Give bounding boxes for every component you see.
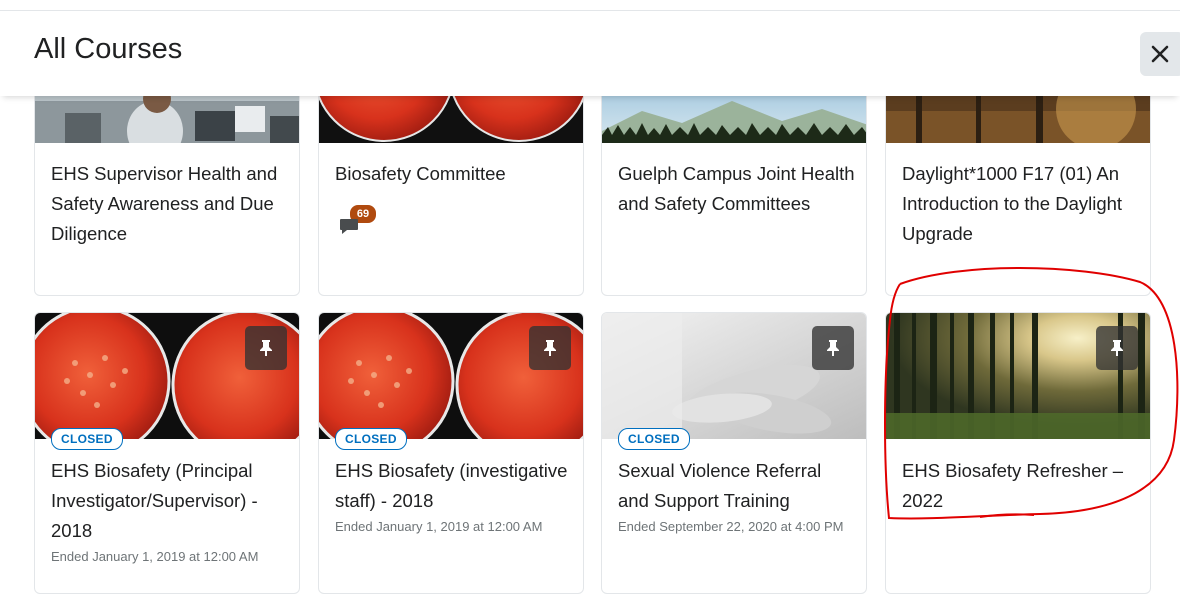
course-card[interactable]: EHS Biosafety Refresher – 2022 (885, 312, 1151, 594)
course-card[interactable]: CLOSED EHS Biosafety (investigative staf… (318, 312, 584, 594)
course-title[interactable]: EHS Biosafety Refresher – 2022 (902, 456, 1140, 516)
course-title[interactable]: Guelph Campus Joint Health and Safety Co… (618, 159, 856, 219)
chat-bubble-icon (340, 219, 358, 234)
pin-icon (260, 340, 272, 356)
pin-button[interactable] (245, 326, 287, 370)
course-end-date: Ended September 22, 2020 at 4:00 PM (618, 519, 844, 534)
course-end-date: Ended January 1, 2019 at 12:00 AM (335, 519, 543, 534)
pin-icon (544, 340, 556, 356)
course-title[interactable]: EHS Supervisor Health and Safety Awarene… (51, 159, 289, 249)
close-icon (1151, 45, 1169, 63)
notification-indicator[interactable]: 69 (339, 204, 381, 244)
course-title[interactable]: EHS Biosafety (investigative staff) - 20… (335, 456, 573, 516)
course-card[interactable]: CLOSED Sexual Violence Referral and Supp… (601, 312, 867, 594)
course-title[interactable]: EHS Biosafety (Principal Investigator/Su… (51, 456, 289, 546)
dialog-header: All Courses (0, 11, 1180, 96)
course-title[interactable]: Sexual Violence Referral and Support Tra… (618, 456, 856, 516)
pin-icon (827, 340, 839, 356)
pin-button[interactable] (1096, 326, 1138, 370)
course-end-date: Ended January 1, 2019 at 12:00 AM (51, 549, 259, 564)
status-badge: CLOSED (618, 428, 690, 450)
course-title[interactable]: Biosafety Committee (335, 159, 573, 189)
pin-button[interactable] (812, 326, 854, 370)
pin-icon (1111, 340, 1123, 356)
close-button[interactable] (1140, 32, 1180, 76)
status-badge: CLOSED (335, 428, 407, 450)
pin-button[interactable] (529, 326, 571, 370)
page-title: All Courses (34, 33, 183, 65)
course-title[interactable]: Daylight*1000 F17 (01) An Introduction t… (902, 159, 1140, 249)
course-card[interactable]: CLOSED EHS Biosafety (Principal Investig… (34, 312, 300, 594)
status-badge: CLOSED (51, 428, 123, 450)
